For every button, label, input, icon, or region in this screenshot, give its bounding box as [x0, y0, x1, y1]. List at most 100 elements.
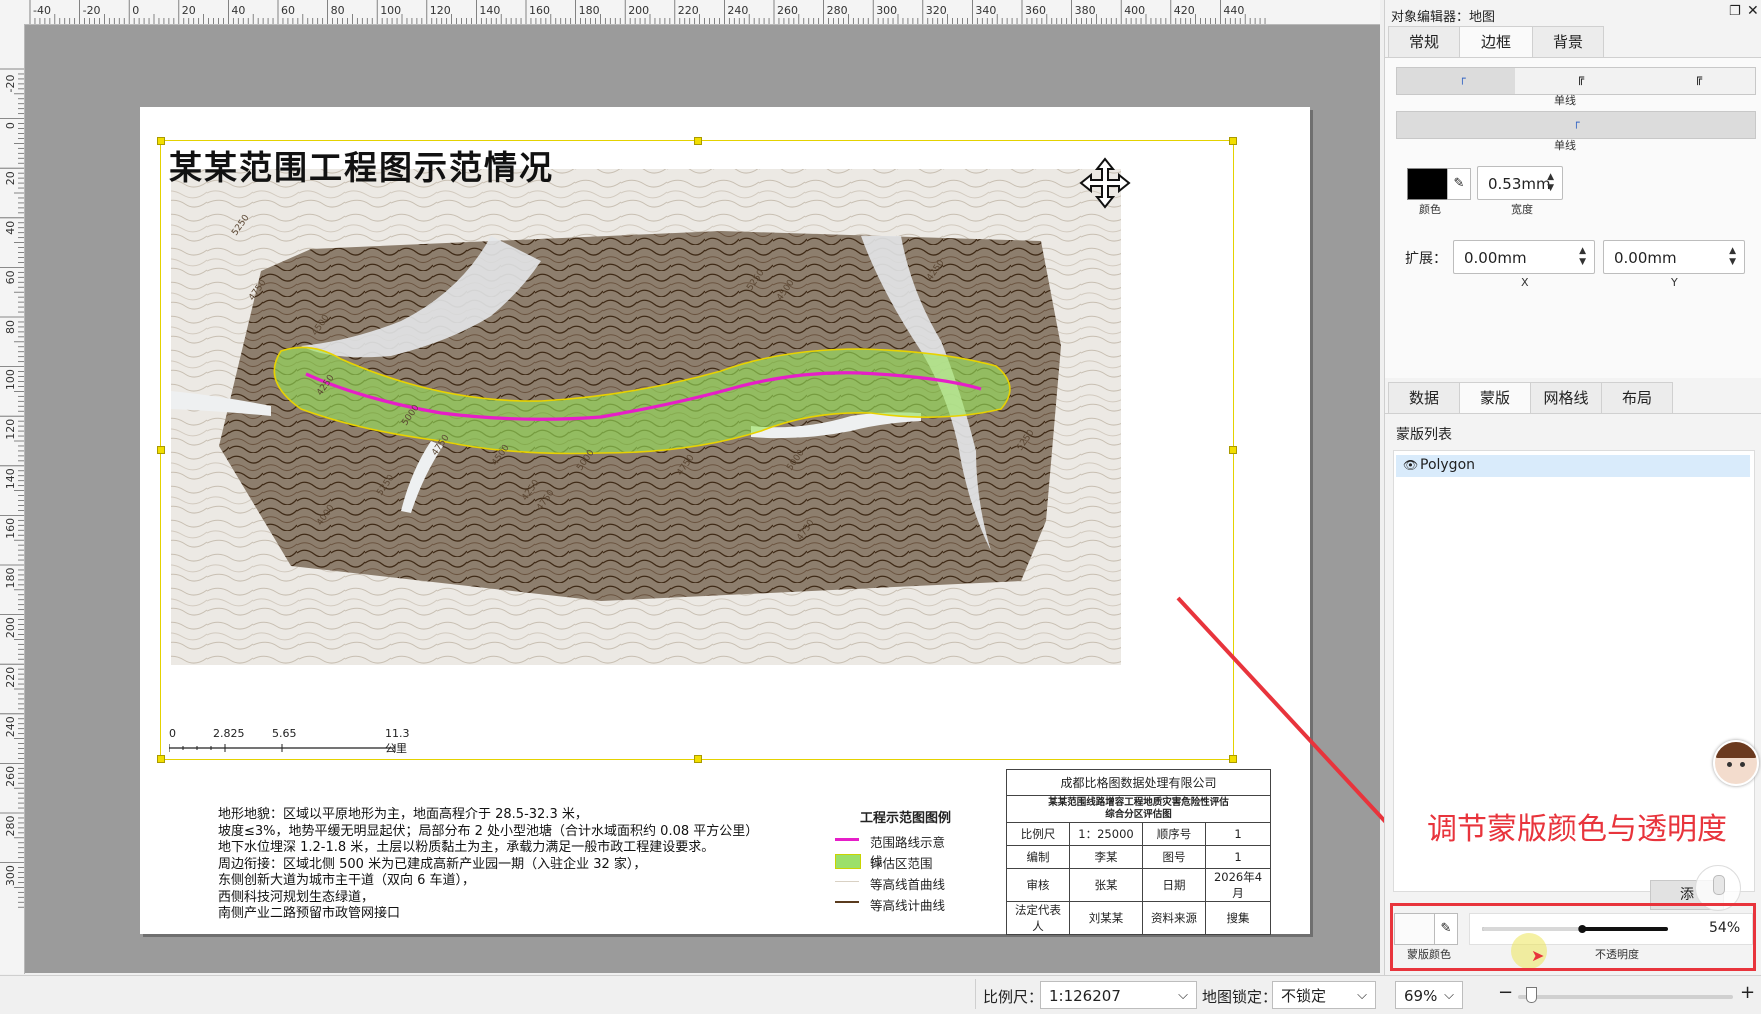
- ruler-top-label: 140: [479, 4, 500, 17]
- ruler-left-label: 140: [4, 468, 17, 489]
- color-label: 颜色: [1419, 203, 1441, 216]
- ruler-left-label: 60: [4, 270, 17, 284]
- ruler-top-label: 260: [777, 4, 798, 17]
- border-line-preview[interactable]: ┌: [1396, 111, 1756, 139]
- ruler-left-label: 0: [4, 122, 17, 129]
- ruler-left-label: -20: [4, 75, 17, 93]
- ruler-top-label: 180: [579, 4, 600, 17]
- topographic-map: 5250475045004250500052504750400045004250…: [161, 141, 1233, 759]
- ruler-top-label: 420: [1174, 4, 1195, 17]
- map-lock-select[interactable]: 不锁定 ⌵: [1272, 981, 1376, 1009]
- scale-label: 比例尺：: [983, 988, 1044, 1006]
- scale-label-1: 2.825: [213, 727, 245, 740]
- ruler-left-label: 160: [4, 518, 17, 539]
- ruler-top-label: 200: [628, 4, 649, 17]
- ruler-left-ticks: -20 0 20 40 60 80 100 120 140 160 180 200 220 240 260 2…: [0, 68, 24, 908]
- info-line: 周边衔接：区域北侧 500 米为已建成高新产业园一期（入驻企业 32 家），: [218, 856, 647, 872]
- ruler-left-label: 120: [4, 419, 17, 440]
- ruler-top: -40 -20 0 20 40 60 80 100 120 140 160 180 200 220 240 2…: [0, 0, 1380, 25]
- mask-list-item[interactable]: 👁 Polygon: [1396, 455, 1750, 477]
- x-label: X: [1521, 276, 1529, 289]
- ruler-left-label: 200: [4, 617, 17, 638]
- legend-item-contour-major: 等高线计曲线: [835, 893, 951, 914]
- zoom-slider-thumb[interactable]: [1526, 987, 1537, 1003]
- legend-item-area: 评估区范围: [835, 851, 951, 872]
- ruler-left-label: 280: [4, 816, 17, 837]
- ruler-left-label: 300: [4, 865, 17, 886]
- width-label: 宽度: [1511, 203, 1533, 216]
- expand-label: 扩展：: [1405, 251, 1447, 267]
- info-line: 西侧科技河规划生态绿道，: [218, 889, 375, 905]
- subtitle-line2: 综合分区评估图: [1105, 809, 1172, 820]
- ruler-top-label: -20: [83, 4, 101, 17]
- close-icon[interactable]: ✕: [1747, 3, 1759, 19]
- ruler-left-label: 220: [4, 667, 17, 688]
- ruler-left: -20 0 20 40 60 80 100 120 140 160 180 200 220 240 260 2…: [0, 24, 25, 974]
- info-line: 坡度≤3%，地势平缓无明显起伏；局部分布 2 处小型池塘（合计水域面积约 0.0…: [218, 823, 759, 839]
- border-color-swatch[interactable]: [1407, 168, 1449, 200]
- restore-icon[interactable]: ❐: [1729, 4, 1741, 19]
- info-line: 东侧创新大道为城市主干道（双向 6 车道），: [218, 873, 476, 888]
- spin-arrows-icon: ▲ ▼: [1729, 246, 1736, 267]
- tab-layout[interactable]: 布局: [1601, 382, 1673, 413]
- chevron-down-icon: ⌵: [1178, 988, 1188, 1003]
- scale-select[interactable]: 1:126207 ⌵: [1040, 981, 1197, 1009]
- info-line: 地形地貌：区域以平原地形为主，地面高程介于 28.5-32.3 米，: [218, 807, 588, 822]
- legend-item-contour-minor: 等高线首曲线: [835, 872, 951, 893]
- tab-mask[interactable]: 蒙版: [1459, 382, 1531, 413]
- mask-list-title: 蒙版列表: [1396, 427, 1452, 443]
- zoom-select[interactable]: 69% ⌵: [1395, 981, 1463, 1009]
- ruler-left-label: 20: [4, 171, 17, 185]
- spin-arrows-icon: ▲ ▼: [1547, 172, 1554, 193]
- width-input[interactable]: 0.53mm ▲ ▼: [1477, 166, 1563, 200]
- border-single-option[interactable]: [1397, 68, 1515, 94]
- ruler-top-label: 400: [1124, 4, 1145, 17]
- zoom-in-icon[interactable]: +: [1740, 982, 1755, 1003]
- ruler-top-label: 80: [331, 4, 345, 17]
- ruler-top-label: 300: [876, 4, 897, 17]
- ruler-top-label: 280: [827, 4, 848, 17]
- tab-background[interactable]: 背景: [1532, 26, 1604, 57]
- scale-label-2: 5.65: [272, 727, 297, 740]
- eye-icon[interactable]: 👁: [1403, 458, 1418, 472]
- tab-border[interactable]: 边框: [1459, 26, 1533, 57]
- annotation-highlight-box: [1390, 903, 1756, 971]
- status-bar: 比例尺： 1:126207 ⌵ 地图锁定： 不锁定 ⌵ 69% ⌵ − +: [0, 975, 1761, 1014]
- tab-gridlines[interactable]: 网格线: [1530, 382, 1602, 413]
- legend: 工程示范图图例 范围路线示意线 评估区范围 等高线首曲线 等高线计曲线: [835, 807, 951, 914]
- border-style-row[interactable]: ┌ ╔ ╔: [1396, 67, 1756, 95]
- spin-arrows-icon: ▲ ▼: [1579, 246, 1586, 267]
- tab-general[interactable]: 常规: [1388, 26, 1460, 57]
- ruler-top-label: 0: [132, 4, 139, 17]
- tab-data[interactable]: 数据: [1388, 382, 1460, 413]
- ruler-top-label: 440: [1223, 4, 1244, 17]
- ruler-top-label: 40: [231, 4, 245, 17]
- ruler-top-label: 120: [430, 4, 451, 17]
- ruler-top-label: 100: [380, 4, 401, 17]
- chevron-down-icon: ⌵: [1357, 988, 1367, 1003]
- ruler-top-label: 320: [926, 4, 947, 17]
- ruler-top-label: 20: [182, 4, 196, 17]
- legend-item-route: 范围路线示意线: [835, 830, 951, 869]
- ruler-top-ticks: -40 -20 0 20 40 60 80 100 120 140 160 180 200 220 240 2…: [29, 0, 1266, 24]
- ruler-left-label: 40: [4, 221, 17, 235]
- zoom-slider[interactable]: [1518, 995, 1733, 999]
- line-style-caption: 单线: [1554, 94, 1576, 107]
- zoom-out-icon[interactable]: −: [1498, 982, 1513, 1003]
- ruler-top-label: 160: [529, 4, 550, 17]
- ruler-top-label: 380: [1075, 4, 1096, 17]
- map-frame[interactable]: 5250 4750 4500 4250 5000 5250 4750 4000 4500 4250…: [157, 137, 1237, 763]
- expand-x-input[interactable]: 0.00mm ▲ ▼: [1453, 240, 1595, 274]
- line-style-caption-2: 单线: [1554, 139, 1576, 152]
- legend-title: 工程示范图图例: [860, 811, 952, 826]
- ruler-top-label: 240: [727, 4, 748, 17]
- avatar[interactable]: [1713, 740, 1759, 786]
- ruler-left-label: 80: [4, 320, 17, 334]
- expand-y-input[interactable]: 0.00mm ▲ ▼: [1603, 240, 1745, 274]
- ruler-left-label: 240: [4, 716, 17, 737]
- scale-label-0: 0: [169, 727, 176, 740]
- ruler-top-label: 360: [1025, 4, 1046, 17]
- ruler-top-label: 60: [281, 4, 295, 17]
- eyedropper-icon[interactable]: ✎: [1447, 168, 1471, 200]
- y-label: Y: [1671, 276, 1678, 289]
